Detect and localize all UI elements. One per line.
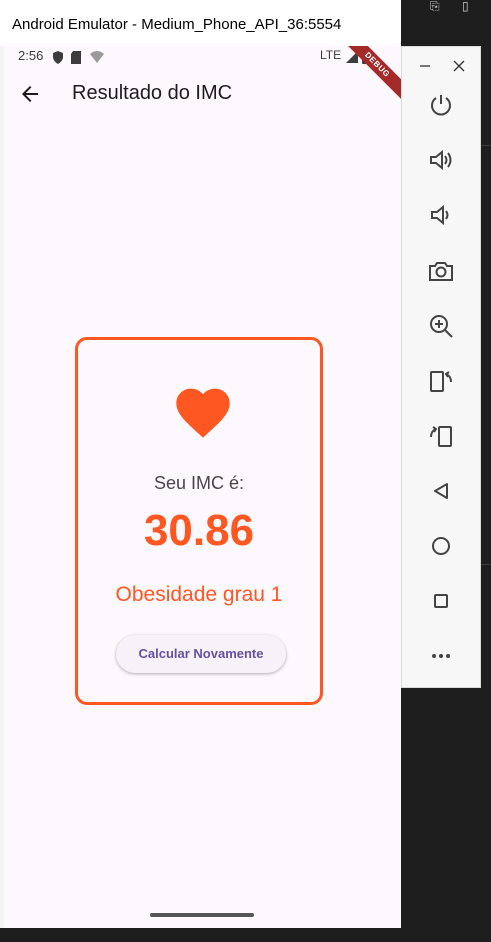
back-arrow-icon[interactable] [18, 82, 42, 106]
result-card: Seu IMC é: 30.86 Obesidade grau 1 Calcul… [75, 337, 323, 705]
volume-up-icon [430, 149, 452, 171]
heart-icon [176, 388, 230, 438]
recalculate-button[interactable]: Calcular Novamente [116, 635, 286, 673]
volume-down-button[interactable] [427, 201, 455, 229]
phone-screen: 2:56 LTE DEBUG Resultado do IMC Seu IMC … [4, 46, 401, 928]
sd-card-icon [71, 51, 81, 64]
emulator-toolbar [401, 46, 481, 688]
nav-home-button[interactable] [427, 532, 455, 560]
volume-up-button[interactable] [427, 146, 455, 174]
power-icon [431, 95, 451, 116]
page-title: Resultado do IMC [72, 82, 233, 104]
zoom-in-icon [430, 315, 453, 338]
rotate-left-icon [430, 371, 452, 392]
screenshot-button[interactable] [427, 257, 455, 285]
close-icon[interactable] [452, 59, 466, 73]
gesture-nav-bar[interactable] [150, 913, 254, 917]
more-icon [432, 654, 450, 658]
emulator-titlebar: Android Emulator - Medium_Phone_API_36:5… [0, 0, 401, 46]
emulator-window: Android Emulator - Medium_Phone_API_36:5… [0, 0, 401, 928]
power-button[interactable] [427, 91, 455, 119]
desktop-icon: ⎘ [430, 0, 440, 13]
nav-back-button[interactable] [427, 477, 455, 505]
status-bar: 2:56 LTE DEBUG [4, 46, 401, 106]
camera-icon [429, 262, 453, 281]
imc-value: 30.86 [143, 506, 255, 555]
desktop-icon: ▯ [462, 0, 469, 13]
imc-category: Obesidade grau 1 [115, 583, 283, 606]
app-bar: Resultado do IMC [4, 70, 401, 118]
shield-icon [53, 51, 63, 64]
volume-down-icon [431, 204, 449, 226]
overview-icon [434, 594, 448, 608]
rotate-right-button[interactable] [427, 422, 455, 450]
more-button[interactable] [427, 642, 455, 670]
status-time: 2:56 [18, 48, 44, 63]
nav-overview-button[interactable] [427, 587, 455, 615]
rotate-right-icon [430, 426, 452, 447]
window-title: Android Emulator - Medium_Phone_API_36:5… [12, 16, 342, 33]
zoom-button[interactable] [427, 312, 455, 340]
network-type: LTE [320, 48, 342, 62]
home-icon [432, 537, 450, 555]
minimize-icon[interactable] [418, 59, 432, 73]
back-icon [434, 483, 448, 499]
wifi-off-icon [90, 51, 104, 63]
desktop-top-icons: ⎘ ▯ [400, 0, 491, 14]
rotate-left-button[interactable] [427, 367, 455, 395]
imc-label: Seu IMC é: [153, 473, 245, 493]
